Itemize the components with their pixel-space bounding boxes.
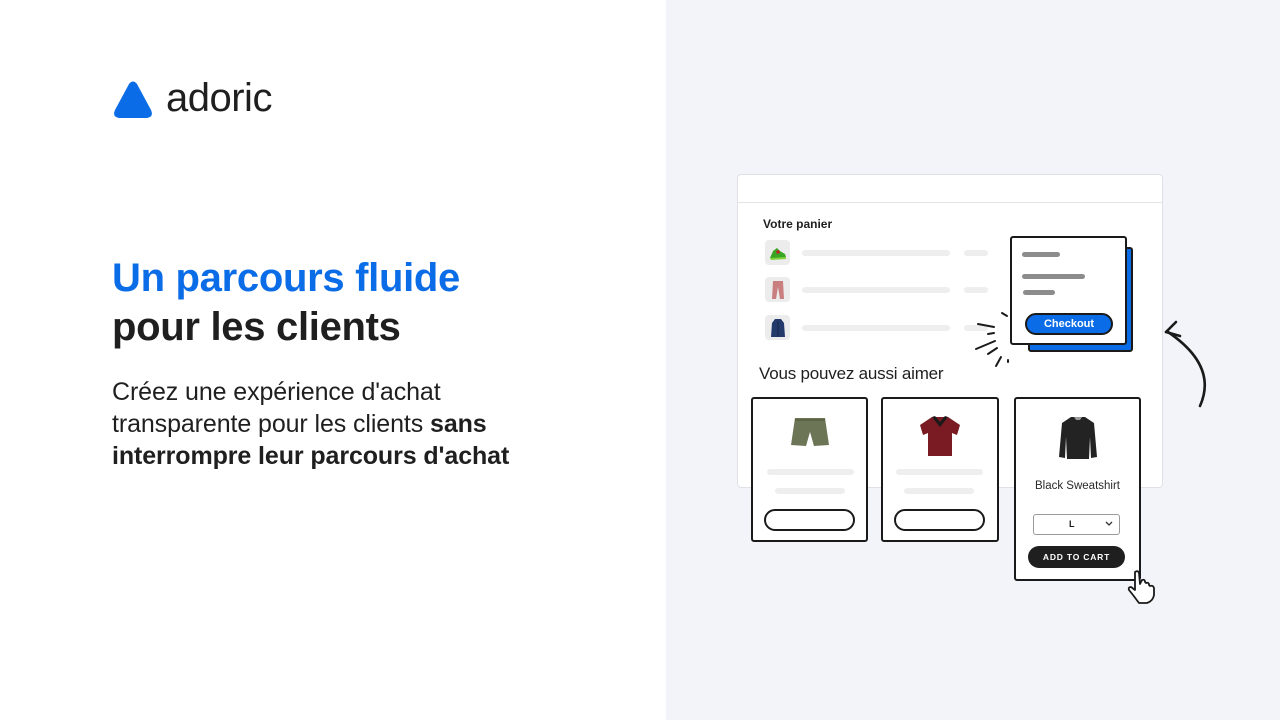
placeholder-bar [896, 469, 983, 475]
placeholder-bar [767, 469, 854, 475]
placeholder-bar [904, 488, 974, 494]
curved-arrow-icon [1164, 320, 1206, 408]
description-regular: Créez une expérience d'achat transparent… [112, 378, 441, 438]
placeholder-bar [1022, 274, 1085, 279]
jacket-icon [770, 318, 785, 337]
sneaker-icon [769, 247, 786, 260]
headline-line: pour les clients [112, 305, 401, 349]
product-button[interactable] [764, 509, 855, 531]
page-headline: Un parcours fluide pour les clients [112, 254, 460, 352]
cart-thumb [765, 240, 790, 265]
headline-accent-line: Un parcours fluide [112, 256, 460, 300]
placeholder-bar [964, 287, 988, 293]
left-panel: adoric Un parcours fluide pour les clien… [0, 0, 666, 720]
cart-thumb [765, 315, 790, 340]
placeholder-bar [802, 287, 950, 293]
size-select-value: L [1069, 519, 1075, 529]
cart-title: Votre panier [763, 217, 833, 231]
hero-description: Créez une expérience d'achat transparent… [112, 376, 582, 472]
pointer-hand-cursor-icon [1127, 570, 1155, 604]
placeholder-bar [964, 250, 988, 256]
placeholder-bar [1023, 290, 1055, 295]
placeholder-bar [802, 325, 950, 331]
product-button[interactable] [894, 509, 985, 531]
pants-icon [771, 280, 784, 299]
sweatshirt-icon [1058, 417, 1097, 459]
burst-lines-icon [975, 312, 1009, 367]
browser-bar [738, 175, 1162, 203]
add-to-cart-button[interactable]: ADD TO CART [1028, 546, 1125, 568]
brand-name: adoric [166, 76, 272, 120]
cart-item [765, 277, 995, 303]
checkout-popup: Checkout [1010, 236, 1127, 345]
cart-thumb [765, 277, 790, 302]
chevron-down-icon [1105, 521, 1113, 526]
product-name: Black Sweatshirt [1034, 480, 1120, 492]
cart-item [765, 315, 995, 341]
shirt-icon [920, 416, 960, 456]
placeholder-bar [1022, 252, 1060, 257]
cart-item [765, 240, 995, 266]
product-card[interactable] [881, 397, 999, 542]
placeholder-bar [802, 250, 950, 256]
placeholder-bar [775, 488, 845, 494]
product-card-featured[interactable]: Black Sweatshirt L ADD TO CART [1014, 397, 1141, 581]
brand-logo[interactable]: adoric [112, 76, 272, 120]
checkout-button[interactable]: Checkout [1025, 313, 1113, 335]
adoric-triangle-logo-icon [114, 81, 152, 118]
recommendations-title: Vous pouvez aussi aimer [759, 364, 944, 383]
product-card[interactable] [751, 397, 868, 542]
shorts-icon [790, 418, 829, 446]
size-select[interactable]: L [1033, 514, 1120, 535]
